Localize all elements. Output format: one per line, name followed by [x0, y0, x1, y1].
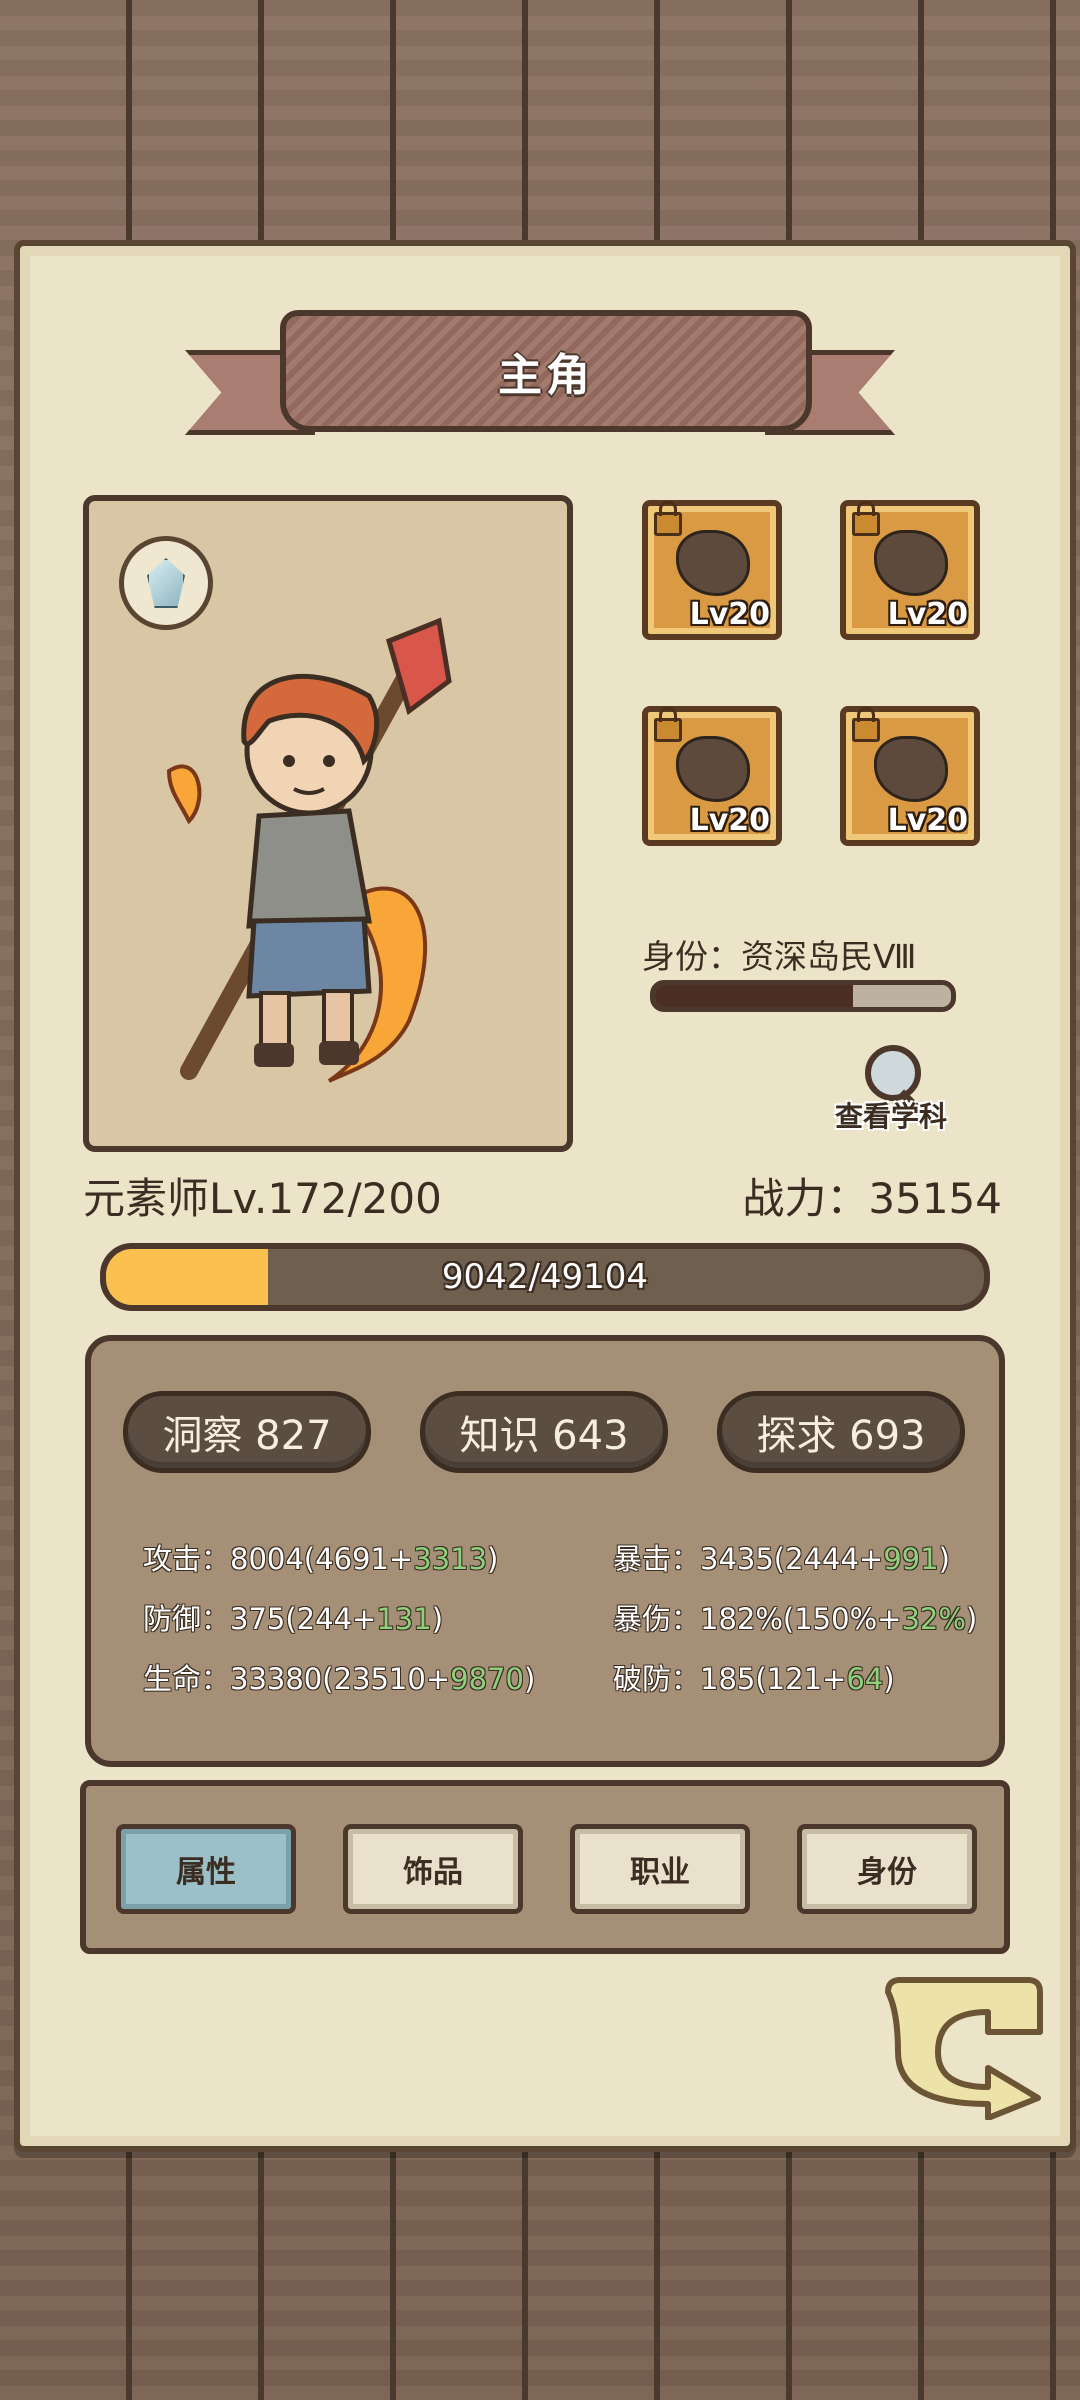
equip-slot-4[interactable]: Lv20: [840, 706, 980, 846]
title-banner: 主角: [185, 300, 895, 450]
class-level: 元素师Lv.172/200: [83, 1174, 442, 1223]
character-portrait: [83, 495, 573, 1152]
equip-slot-3[interactable]: Lv20: [642, 706, 782, 846]
stat-armor-break: 破防：185(121+64): [613, 1656, 895, 1698]
view-discipline-button[interactable]: 查看学科: [835, 1045, 975, 1135]
equip-level: Lv20: [689, 597, 770, 632]
combat-power: 战力：35154: [742, 1174, 1002, 1223]
tab-attributes[interactable]: 属性: [116, 1824, 296, 1914]
magnifier-icon: [865, 1045, 921, 1101]
identity-label: 身份：资深岛民Ⅷ: [642, 937, 917, 976]
stat-crit-damage-bonus: 32%: [901, 1602, 966, 1636]
stat-armor-break-end: ): [883, 1662, 895, 1696]
return-arrow-icon: [885, 1977, 1043, 2121]
equip-level: Lv20: [887, 803, 968, 838]
tab-profession[interactable]: 职业: [570, 1824, 750, 1914]
lock-icon: [852, 501, 880, 536]
tab-accessories[interactable]: 饰品: [343, 1824, 523, 1914]
stat-crit-damage: 暴伤：182%(150%+32%): [613, 1596, 977, 1638]
ore-gauntlet-icon: [874, 736, 948, 802]
stat-crit-end: ): [938, 1542, 950, 1576]
xp-progress-bar: 9042/49104: [100, 1243, 990, 1311]
stat-attack-end: ): [487, 1542, 499, 1576]
stat-attack: 攻击：8004(4691+3313): [143, 1536, 498, 1578]
stat-armor-break-base: 破防：185(121+: [613, 1662, 847, 1696]
stat-life-end: ): [523, 1662, 536, 1696]
ore-earrings-icon: [874, 530, 948, 596]
ore-chunk-icon: [676, 530, 750, 596]
xp-text: 9042/49104: [441, 1257, 649, 1297]
equip-level: Lv20: [887, 597, 968, 632]
attribute-knowledge[interactable]: 知识 643: [420, 1391, 668, 1473]
ribbon-body: 主角: [280, 310, 812, 432]
attribute-inquiry[interactable]: 探求 693: [717, 1391, 965, 1473]
stat-defense: 防御：375(244+131): [143, 1596, 443, 1638]
tab-bar: 属性 饰品 职业 身份: [80, 1780, 1010, 1954]
identity-progress-bar: [650, 980, 956, 1012]
equip-level: Lv20: [689, 803, 770, 838]
character-illustration: [166, 617, 452, 1083]
stat-life-bonus: 9870: [450, 1662, 524, 1696]
equip-slot-1[interactable]: Lv20: [642, 500, 782, 640]
stat-defense-bonus: 131: [376, 1602, 432, 1636]
back-button[interactable]: [878, 1972, 1050, 2121]
identity-progress-fill: [655, 985, 854, 1007]
tab-identity[interactable]: 身份: [797, 1824, 977, 1914]
stat-attack-base: 攻击：8004(4691+: [143, 1542, 414, 1576]
stat-life-base: 生命：33380(23510+: [143, 1662, 451, 1696]
page-title: 主角: [498, 350, 594, 401]
stat-defense-base: 防御：375(244+: [143, 1602, 377, 1636]
attribute-insight[interactable]: 洞察 827: [123, 1391, 371, 1473]
lock-icon: [654, 707, 682, 742]
stat-attack-bonus: 3313: [413, 1542, 488, 1576]
lock-icon: [654, 501, 682, 536]
view-discipline-label: 查看学科: [835, 1100, 948, 1133]
stat-crit: 暴击：3435(2444+991): [613, 1536, 950, 1578]
lock-icon: [852, 707, 880, 742]
ore-necklace-icon: [676, 736, 750, 802]
stat-crit-damage-end: ): [965, 1602, 978, 1636]
stat-defense-end: ): [431, 1602, 444, 1636]
stat-crit-damage-base: 暴伤：182%(150%+: [613, 1602, 902, 1636]
equip-slot-2[interactable]: Lv20: [840, 500, 980, 640]
stat-crit-base: 暴击：3435(2444+: [613, 1542, 884, 1576]
stat-life: 生命：33380(23510+9870): [143, 1656, 535, 1698]
stat-armor-break-bonus: 64: [846, 1662, 884, 1696]
stats-panel: 洞察 827 知识 643 探求 693 攻击：8004(4691+3313) …: [85, 1335, 1005, 1767]
stat-crit-bonus: 991: [883, 1542, 939, 1576]
